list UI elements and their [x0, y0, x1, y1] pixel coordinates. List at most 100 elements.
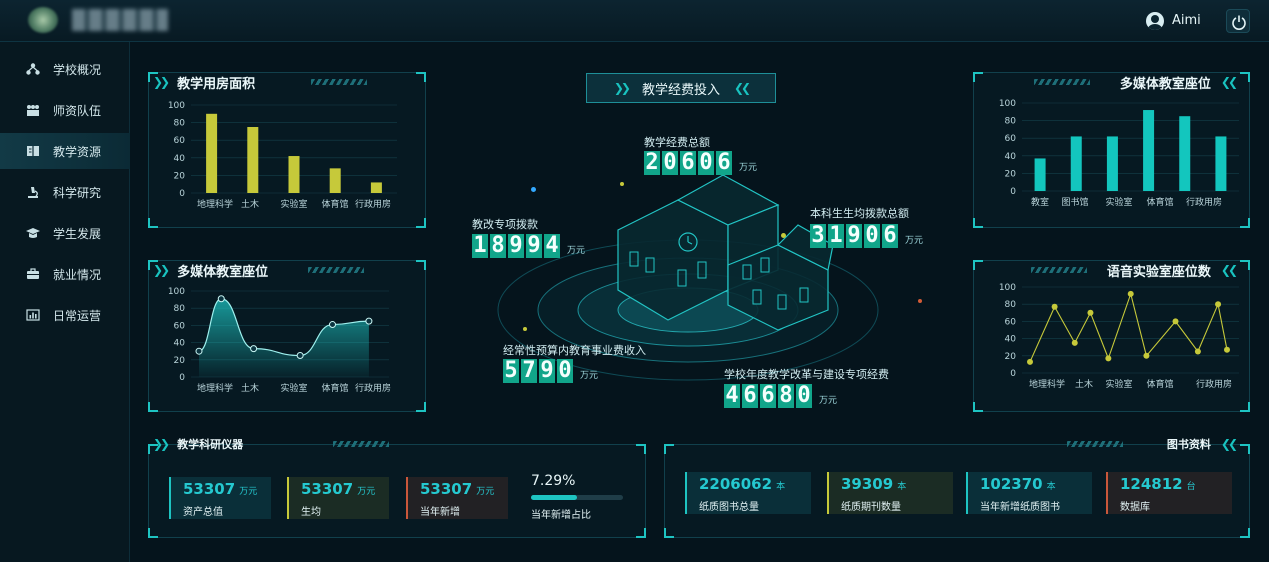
- stat-digit: 6: [680, 150, 696, 175]
- stat-digit: 5: [503, 358, 519, 383]
- x-tick-label: 教室: [1031, 196, 1049, 208]
- card-value: 53307: [301, 480, 354, 498]
- x-tick-label: 土木: [1075, 378, 1093, 390]
- panel-research-instruments: ❯❯ 教学科研仪器 53307 万元 资产总值 53307 万元 生均 53307 万…: [148, 437, 646, 538]
- x-tick-label: 行政用房: [1196, 378, 1232, 390]
- card-value: 102370: [980, 475, 1043, 493]
- ratio-progress-track: [531, 495, 623, 500]
- data-point: [1027, 358, 1033, 365]
- y-tick-label: 0: [1010, 369, 1016, 379]
- area-chart-multimedia-seats: 0 20 40 60 80 100 地理科学 土木 实验室 体育馆 行政用房: [168, 287, 391, 394]
- sidebar-item-label: 就业情况: [53, 267, 102, 282]
- y-tick-label: 100: [999, 283, 1016, 293]
- y-tick-label: 40: [174, 339, 186, 349]
- stat-digit: 9: [526, 233, 542, 258]
- y-tick-label: 40: [1005, 152, 1017, 162]
- stat-digit: 1: [828, 223, 844, 248]
- x-tick-label: 地理科学: [197, 382, 233, 394]
- bar: [1034, 158, 1046, 191]
- sidebar-item-label: 日常运营: [53, 308, 102, 323]
- power-icon: [1232, 15, 1246, 30]
- ratio-label: 当年新增占比: [531, 510, 591, 521]
- y-tick-label: 80: [1005, 117, 1017, 127]
- bar: [1215, 136, 1227, 191]
- x-tick-label: 地理科学: [1029, 378, 1065, 390]
- stat-digit: 7: [521, 358, 537, 383]
- panel-title: 图书资料: [1166, 438, 1211, 451]
- card-unit: 万元: [476, 487, 495, 497]
- x-tick-label: 体育馆: [1146, 196, 1173, 208]
- data-point: [1224, 346, 1230, 353]
- x-tick-label: 体育馆: [321, 382, 348, 394]
- x-tick-label: 地理科学: [197, 198, 233, 210]
- line-chart-language-lab-seats: 0 20 40 60 80 100 地理科学 土木 实验室 体育馆 行政用房: [999, 283, 1239, 390]
- stat-digit: 6: [882, 223, 898, 248]
- sidebar-item-label: 师资队伍: [53, 103, 102, 118]
- sidebar-item-label: 教学资源: [53, 144, 102, 159]
- data-point: [1127, 290, 1134, 297]
- y-tick-label: 80: [174, 304, 186, 314]
- card-value: 124812: [1120, 475, 1183, 493]
- x-tick-label: 实验室: [1105, 196, 1132, 208]
- sidebar-item-label: 学生发展: [53, 226, 102, 241]
- y-tick-label: 60: [174, 321, 186, 331]
- stat-label-per-student-grant: 本科生生均拨款总额: [810, 207, 909, 220]
- sidebar-item-student-development[interactable]: 学生发展: [0, 215, 130, 251]
- stat-digit: 3: [810, 223, 826, 248]
- people-icon: [27, 105, 39, 116]
- stat-value: 31906: [810, 224, 900, 248]
- user-avatar-icon[interactable]: [1146, 12, 1164, 30]
- bar: [329, 168, 341, 193]
- data-point: [1194, 348, 1201, 355]
- sidebar-item-employment[interactable]: 就业情况: [0, 256, 130, 292]
- school-logo: [28, 7, 58, 33]
- decor-dot: [781, 233, 786, 238]
- card-per-student: 53307 万元 生均: [287, 477, 389, 519]
- card-asset-total: 53307 万元 资产总值: [169, 477, 271, 519]
- user-name[interactable]: Aimi: [1172, 13, 1201, 28]
- y-tick-label: 100: [168, 287, 185, 297]
- bar: [288, 156, 300, 193]
- x-tick-label: 实验室: [280, 198, 307, 210]
- y-tick-label: 60: [1005, 134, 1017, 144]
- sidebar: 学校概况 师资队伍 教学资源 科学研究 学生发展 就业情况 日常运营: [0, 42, 130, 562]
- y-tick-label: 20: [1005, 169, 1017, 179]
- bar-chart-icon: [26, 309, 40, 321]
- ratio-progress-fill: [531, 495, 577, 500]
- center-title-box: ❯❯ 教学经费投入 ❮❮: [586, 73, 776, 103]
- sidebar-item-label: 科学研究: [53, 185, 102, 200]
- sidebar-item-daily-operations[interactable]: 日常运营: [0, 297, 130, 333]
- sidebar-item-school-overview[interactable]: 学校概况: [0, 51, 130, 87]
- x-tick-label: 实验室: [280, 382, 307, 394]
- sidebar-item-label: 学校概况: [53, 62, 102, 77]
- data-point: [195, 347, 203, 355]
- y-tick-label: 20: [1005, 352, 1017, 362]
- stat-value: 46680: [724, 384, 814, 408]
- card-periodicals: 39309 本 纸质期刊数量: [827, 472, 953, 514]
- graduate-icon: [26, 228, 40, 238]
- card-annual-new: 53307 万元 当年新增: [406, 477, 508, 519]
- school-name-logo: [72, 9, 168, 31]
- data-point: [250, 345, 258, 353]
- stat-digit: 4: [544, 233, 560, 258]
- data-point: [365, 317, 373, 325]
- sidebar-item-teaching-resources[interactable]: 教学资源: [0, 133, 130, 169]
- logout-button[interactable]: [1226, 9, 1250, 33]
- chevron-left-icon: ❮❮: [1220, 437, 1238, 451]
- stat-digit: 0: [557, 358, 573, 383]
- bar-chart-multimedia-seats: 0 20 40 60 80 100 教室 图书馆 实验室 体育馆 行政用房: [999, 99, 1239, 208]
- data-point: [1143, 352, 1150, 359]
- x-tick-label: 体育馆: [321, 198, 348, 210]
- stat-value: 18994: [472, 234, 562, 258]
- sidebar-item-faculty[interactable]: 师资队伍: [0, 92, 130, 128]
- book-icon: [27, 146, 39, 156]
- card-value: 53307: [420, 480, 473, 498]
- sidebar-item-research[interactable]: 科学研究: [0, 174, 130, 210]
- card-label: 当年新增: [420, 507, 460, 518]
- stat-total-funding: 20606 万元: [644, 151, 757, 175]
- y-tick-label: 20: [174, 171, 186, 181]
- card-value: 39309: [841, 475, 894, 493]
- x-tick-label: 行政用房: [1186, 196, 1222, 208]
- panel-library-resources: 图书资料 ❮❮ 2206062 本 纸质图书总量 39309 本 纸质期刊数量 10…: [664, 437, 1250, 538]
- bar: [1179, 116, 1191, 191]
